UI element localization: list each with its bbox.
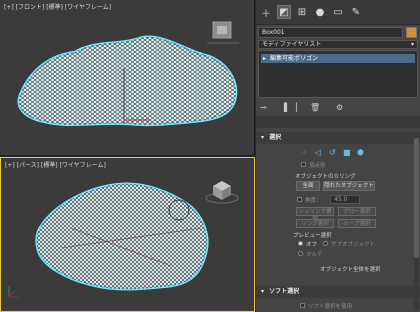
display-tab-icon[interactable]: ▭ xyxy=(331,5,345,19)
culling-title: オブジェクトのカリング xyxy=(295,174,356,180)
front-view-canvas xyxy=(17,21,239,127)
vertex-icon[interactable]: ⁘ xyxy=(301,148,308,157)
by-vertex-label: 頂点別 xyxy=(309,163,326,169)
shrink-button[interactable]: シュリンク選択 xyxy=(296,207,334,223)
utilities-tab-icon[interactable]: ✎ xyxy=(349,5,363,19)
angle-input[interactable]: 45.0 xyxy=(330,195,360,204)
selection-rollout-title: 選択 xyxy=(269,134,282,141)
soft-selection-rollout-header[interactable]: ▾ ソフト選択 xyxy=(256,286,420,298)
perspective-view-canvas xyxy=(8,181,239,299)
configure-modifier-sets-icon[interactable]: ⚙ xyxy=(336,103,343,112)
preview-off-label: オフ xyxy=(306,242,318,248)
preview-selection-title: プレビュー選択 xyxy=(293,233,332,239)
preview-multi-radio[interactable] xyxy=(298,251,303,256)
element-icon[interactable]: ⬢ xyxy=(357,148,364,157)
preview-multi-label: マルチ xyxy=(306,252,323,258)
motion-tab-icon[interactable]: ● xyxy=(313,5,327,19)
command-panel-tabs: ＋ ◩ ⊞ ● ▭ ✎ xyxy=(256,0,420,25)
full-button[interactable]: 全面 xyxy=(296,181,320,191)
ring-button[interactable]: リング選択 xyxy=(296,219,334,228)
viewport-front[interactable]: [+] [フロント] [標準] [ワイヤフレーム] xyxy=(0,0,255,156)
subobject-level-icons: ⁘ ◁ ↺ ■ ⬢ xyxy=(301,148,371,158)
border-icon[interactable]: ↺ xyxy=(329,148,336,157)
object-color-swatch[interactable] xyxy=(406,27,417,38)
grow-button[interactable]: グロー選択 xyxy=(338,207,376,216)
polygon-icon[interactable]: ■ xyxy=(343,148,351,157)
select-whole-object-label[interactable]: オブジェクト全体を選択 xyxy=(320,265,381,273)
create-tab-icon[interactable]: ＋ xyxy=(259,5,273,20)
selection-rollout-header[interactable]: ▾ 選択 xyxy=(256,132,420,144)
panel-scrollbar-thumb[interactable] xyxy=(414,138,419,258)
hidden-objects-button[interactable]: 隠れたオブジェクト xyxy=(323,181,375,191)
use-soft-selection-checkbox[interactable] xyxy=(300,303,305,308)
remove-modifier-icon[interactable]: 🗑 xyxy=(310,103,320,112)
collapse-icon: ▾ xyxy=(261,134,265,141)
edge-icon[interactable]: ◁ xyxy=(315,148,321,157)
stack-tools-row: ⊸ ▌ ▏ 🗑 ⚙ xyxy=(258,101,418,115)
modify-tab-icon[interactable]: ◩ xyxy=(277,5,291,19)
soft-selection-rollout-title: ソフト選択 xyxy=(269,288,300,295)
loop-button[interactable]: ループ選択 xyxy=(338,219,376,228)
modifier-stack-item[interactable]: ▸ 編集可能ポリゴン xyxy=(261,54,415,63)
by-vertex-checkbox[interactable] xyxy=(301,162,306,167)
chevron-down-icon: ▾ xyxy=(410,41,414,48)
show-end-result-icon[interactable]: ▌ xyxy=(284,103,290,112)
expand-arrow-icon[interactable]: ▸ xyxy=(263,54,266,63)
object-name-field[interactable]: Box001 xyxy=(258,27,403,38)
make-unique-icon[interactable]: ▏ xyxy=(296,103,302,112)
pin-stack-icon[interactable]: ⊸ xyxy=(260,103,267,112)
viewcube-front xyxy=(207,21,239,44)
axis-tripod xyxy=(8,286,20,299)
use-soft-selection-label: ソフト選択を使用 xyxy=(308,304,353,310)
viewcube-perspective xyxy=(205,181,239,204)
hierarchy-tab-icon[interactable]: ⊞ xyxy=(295,5,309,19)
preview-off-radio[interactable] xyxy=(298,241,303,246)
panel-separator xyxy=(256,116,420,128)
modifier-stack[interactable]: ▸ 編集可能ポリゴン xyxy=(258,50,418,98)
modifier-list-dropdown[interactable]: モディファイヤリスト ▾ xyxy=(258,40,418,49)
angle-checkbox[interactable] xyxy=(297,197,302,202)
modifier-stack-item-label: 編集可能ポリゴン xyxy=(270,55,319,62)
viewport-perspective[interactable]: [+] [パース] [標準] [ワイヤフレーム] xyxy=(0,157,255,312)
angle-label: 角度： xyxy=(305,198,322,204)
preview-subobject-radio[interactable] xyxy=(323,241,328,246)
modifier-list-label: モディファイヤリスト xyxy=(262,41,322,48)
collapse-icon: ▾ xyxy=(261,288,265,295)
preview-subobject-label: サブオブジェクト xyxy=(331,242,376,248)
